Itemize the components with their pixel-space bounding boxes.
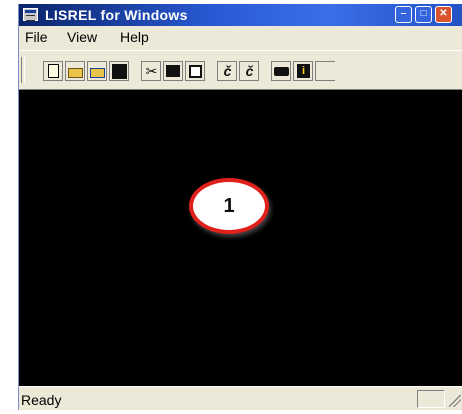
copy-button[interactable] — [163, 61, 183, 81]
workspace-area[interactable]: 1 — [19, 90, 462, 386]
menu-view[interactable]: View — [67, 29, 97, 45]
copy-icon — [166, 65, 180, 77]
toolbar: ✂ č č i — [19, 50, 462, 90]
close-icon: ✕ — [439, 8, 448, 19]
print-icon — [274, 67, 289, 76]
menu-help[interactable]: Help — [120, 29, 149, 45]
open-alt-button[interactable] — [87, 61, 107, 81]
minimize-button[interactable]: – — [395, 6, 412, 23]
callout-marker: 1 — [189, 178, 269, 234]
info-button[interactable]: i — [293, 61, 313, 81]
new-document-icon — [48, 64, 59, 78]
paste-button[interactable] — [185, 61, 205, 81]
menu-bar: File View Help — [19, 26, 462, 50]
more-tools-button[interactable] — [315, 61, 335, 81]
paste-icon — [189, 65, 202, 78]
maximize-button[interactable]: □ — [415, 6, 432, 23]
open-folder-alt-icon — [90, 68, 105, 78]
cut-button[interactable]: ✂ — [141, 61, 161, 81]
app-icon[interactable] — [23, 8, 38, 21]
minimize-icon: – — [400, 8, 407, 19]
info-icon: i — [297, 64, 310, 78]
maximize-icon: □ — [420, 8, 427, 19]
run-icon: č — [223, 63, 232, 79]
status-panel — [417, 390, 445, 408]
toolbar-grip[interactable] — [21, 57, 25, 83]
open-button[interactable] — [65, 61, 85, 81]
print-button[interactable] — [271, 61, 291, 81]
resize-grip-icon[interactable] — [449, 395, 461, 407]
menu-file[interactable]: File — [25, 29, 48, 45]
save-icon — [112, 64, 127, 79]
status-text: Ready — [21, 392, 62, 408]
run-alt-icon: č — [245, 63, 254, 79]
new-button[interactable] — [43, 61, 63, 81]
run-button[interactable]: č — [217, 61, 237, 81]
close-button[interactable]: ✕ — [435, 6, 452, 23]
cut-icon: ✂ — [145, 63, 158, 79]
save-button[interactable] — [109, 61, 129, 81]
window-title: LISREL for Windows — [45, 7, 188, 23]
title-bar[interactable]: LISREL for Windows – □ ✕ — [19, 4, 462, 26]
open-folder-icon — [68, 68, 83, 78]
lisrel-window: LISREL for Windows – □ ✕ File View Help — [18, 4, 462, 410]
run-alt-button[interactable]: č — [239, 61, 259, 81]
status-bar: Ready — [19, 386, 462, 410]
